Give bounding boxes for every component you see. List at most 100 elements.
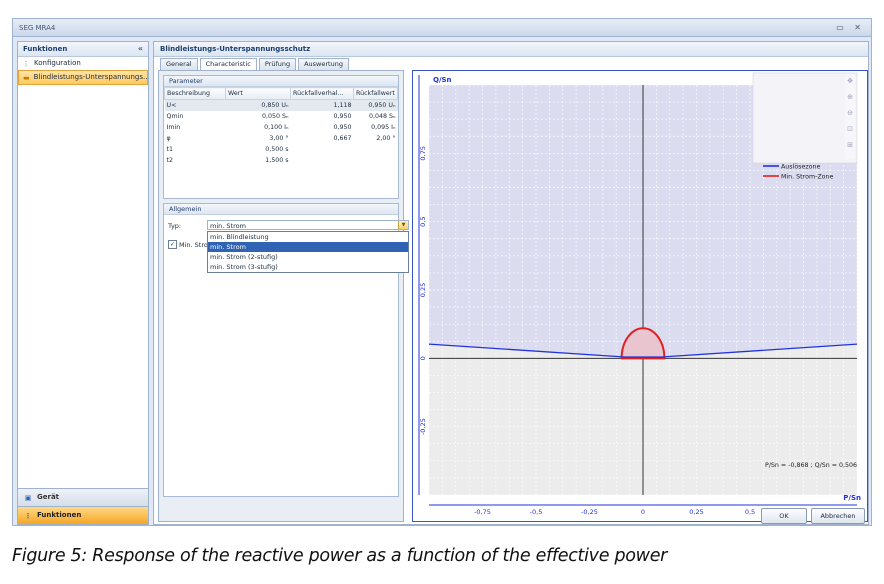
ok-button[interactable]: OK bbox=[761, 508, 807, 524]
x-tick-label: 0 bbox=[641, 508, 645, 516]
column-header[interactable]: Wert bbox=[225, 87, 291, 100]
tree-icon: ⋮ bbox=[24, 511, 32, 520]
table-cell: Qmin bbox=[166, 113, 184, 120]
column-header[interactable]: Rückfallwert bbox=[353, 87, 398, 100]
zoom-fit-icon[interactable]: ⊡ bbox=[847, 125, 853, 133]
tab-auswertung[interactable]: Auswertung bbox=[298, 58, 349, 70]
table-cell: 2,00 ° bbox=[376, 135, 396, 142]
tree-item-label: Blindleistungs-Unterspannungs... bbox=[33, 73, 148, 81]
legend-label: Min. Strom-Zone bbox=[781, 173, 834, 180]
table-cell: t1 bbox=[166, 146, 173, 153]
pan-icon[interactable]: ✥ bbox=[847, 77, 853, 85]
device-icon: ▣ bbox=[24, 493, 32, 502]
table-cell: 0,050 Sₙ bbox=[261, 113, 289, 120]
x-tick-label: -0,5 bbox=[530, 508, 543, 516]
zoom-reset-icon[interactable]: ⊞ bbox=[847, 141, 853, 149]
typ-select[interactable]: min. Strom ▼ bbox=[207, 220, 409, 230]
folder-icon: ▬ bbox=[23, 73, 30, 82]
nav-button-funktionen[interactable]: ⋮ Funktionen bbox=[18, 506, 148, 524]
typ-dropdown-list: min. Blindleistung min. Strom min. Strom (… bbox=[207, 231, 409, 273]
table-cell: φ bbox=[166, 135, 171, 142]
table-cell bbox=[291, 144, 354, 155]
zoom-in-icon[interactable]: ⊕ bbox=[847, 93, 853, 101]
y-tick-label: 0,75 bbox=[419, 146, 427, 160]
table-cell: 0,100 Iₙ bbox=[264, 124, 289, 131]
table-cell: Imin bbox=[166, 124, 181, 131]
table-cell: 1,500 s bbox=[265, 157, 289, 164]
main-panel: Blindleistungs-Unterspannungsschutz Gene… bbox=[153, 41, 869, 525]
dropdown-option[interactable]: min. Blindleistung bbox=[208, 232, 408, 242]
column-header[interactable]: Rückfallverhal... bbox=[290, 87, 354, 100]
tree-icon: ⋮ bbox=[22, 59, 30, 68]
navigation-bar: ▣ Gerät ⋮ Funktionen bbox=[18, 488, 148, 524]
typ-label: Typ: bbox=[168, 222, 182, 230]
column-header[interactable]: Beschreibung bbox=[164, 87, 226, 100]
y-axis-label: Q/Sn bbox=[433, 76, 452, 84]
tab-general[interactable]: General bbox=[160, 58, 198, 70]
table-row[interactable]: Qmin 0,050 Sₙ 0,950 0,048 Sₙ bbox=[165, 111, 398, 122]
window-title: SEG MRA4 bbox=[19, 24, 56, 32]
checkbox[interactable]: ✓ bbox=[168, 240, 177, 249]
x-tick-label: 0,5 bbox=[745, 508, 755, 516]
dropdown-option[interactable]: min. Strom (2-stufig) bbox=[208, 252, 408, 262]
table-row[interactable]: Imin 0,100 Iₙ 0,950 0,095 Iₙ bbox=[165, 122, 398, 133]
y-tick-label: 0,25 bbox=[419, 283, 427, 297]
table-cell bbox=[354, 144, 398, 155]
parameter-group-title: Parameter bbox=[164, 76, 398, 87]
legend-box bbox=[752, 72, 858, 164]
cursor-readout: P/Sn = -0,868 ; Q/Sn = 0,506 bbox=[765, 462, 857, 469]
tree-item-label: Konfiguration bbox=[34, 59, 81, 67]
table-cell: 0,048 Sₙ bbox=[368, 113, 396, 120]
x-tick-label: -0,25 bbox=[581, 508, 598, 516]
main-title: Blindleistungs-Unterspannungsschutz bbox=[154, 42, 868, 57]
table-cell: 3,00 ° bbox=[269, 135, 289, 142]
title-bar: SEG MRA4 ▭ ✕ bbox=[13, 19, 871, 37]
chevron-down-icon[interactable]: ▼ bbox=[398, 221, 408, 229]
functions-panel-title: Funktionen bbox=[23, 45, 68, 53]
legend-label: Auslösezone bbox=[781, 163, 820, 170]
x-tick-label: 0,25 bbox=[689, 508, 703, 516]
y-tick-label: -0,25 bbox=[419, 418, 427, 435]
parameter-table: Beschreibung Wert Rückfallverhal... Rück… bbox=[164, 87, 398, 166]
table-cell: 1,118 bbox=[290, 99, 354, 111]
figure-caption: Figure 5: Response of the reactive power… bbox=[12, 546, 668, 566]
table-cell: U< bbox=[164, 99, 226, 111]
nav-label: Funktionen bbox=[37, 511, 82, 519]
chart-svg: -0,75 -0,5 -0,25 0 0,25 0,5 -0,25 0 0,25 0,5 0,75 Q… bbox=[413, 71, 867, 521]
dropdown-option[interactable]: min. Strom bbox=[208, 242, 408, 252]
tree-item-blindleistung[interactable]: ▬ Blindleistungs-Unterspannungs... bbox=[18, 70, 148, 85]
typ-select-value: min. Strom bbox=[210, 222, 246, 230]
table-row[interactable]: φ 3,00 ° 0,667 2,00 ° bbox=[165, 133, 398, 144]
functions-panel-header: Funktionen « bbox=[18, 42, 148, 57]
zoom-out-icon[interactable]: ⊖ bbox=[847, 109, 853, 117]
table-row[interactable]: t2 1,500 s bbox=[165, 155, 398, 166]
table-cell: 0,500 s bbox=[265, 146, 289, 153]
table-cell: 0,950 bbox=[333, 113, 352, 120]
parameter-table-body: U< 0,850 Uₙ 1,118 0,950 Uₙ Qmin 0,050 Sₙ 0,950… bbox=[164, 99, 398, 167]
dropdown-option[interactable]: min. Strom (3-stufig) bbox=[208, 262, 408, 272]
table-cell bbox=[291, 155, 354, 166]
characteristic-chart[interactable]: -0,75 -0,5 -0,25 0 0,25 0,5 -0,25 0 0,25 0,5 0,75 Q… bbox=[412, 70, 868, 522]
table-row[interactable]: U< 0,850 Uₙ 1,118 0,950 Uₙ bbox=[164, 99, 398, 111]
window-controls[interactable]: ▭ ✕ bbox=[836, 19, 865, 37]
table-cell bbox=[354, 155, 398, 166]
x-tick-label: -0,75 bbox=[474, 508, 491, 516]
table-row[interactable]: t1 0,500 s bbox=[165, 144, 398, 155]
tab-bar: General Characteristic Prüfung Auswertun… bbox=[160, 58, 349, 71]
collapse-button[interactable]: « bbox=[138, 42, 143, 56]
cancel-button[interactable]: Abbrechen bbox=[811, 508, 865, 524]
allgemein-group-title: Allgemein bbox=[164, 204, 398, 215]
x-axis-label: P/Sn bbox=[843, 494, 861, 502]
table-cell: 0,950 bbox=[333, 124, 352, 131]
y-tick-label: 0,5 bbox=[419, 216, 427, 226]
nav-button-geraet[interactable]: ▣ Gerät bbox=[18, 488, 148, 506]
table-cell: 0,950 Uₙ bbox=[353, 99, 398, 111]
tab-pruefung[interactable]: Prüfung bbox=[258, 58, 297, 70]
allgemein-group: Allgemein Typ: min. Strom ▼ ✓ Min. Strom… bbox=[163, 203, 409, 497]
y-tick-label: 0 bbox=[419, 356, 427, 360]
table-cell: 0,095 Iₙ bbox=[371, 124, 396, 131]
table-cell: t2 bbox=[166, 157, 173, 164]
functions-panel: Funktionen « ⋮ Konfiguration ▬ Blindleis… bbox=[17, 41, 149, 525]
table-cell: 0,850 Uₙ bbox=[225, 99, 291, 111]
tree-item-konfiguration[interactable]: ⋮ Konfiguration bbox=[18, 57, 148, 70]
